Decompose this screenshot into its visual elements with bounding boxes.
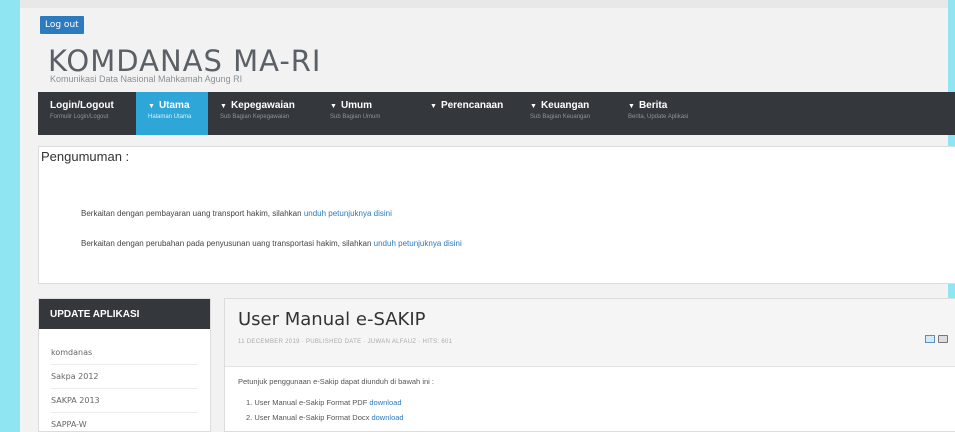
nav-item-label: ▼ Keuangan	[530, 100, 608, 111]
nav-item-desc: Sub Bagian Umum	[330, 114, 381, 120]
nav-item-label: ▼ Utama	[148, 100, 200, 111]
nav-item-text: Utama	[158, 100, 190, 111]
sidebar-item-sakpa-2013[interactable]: SAKPA 2013	[51, 389, 198, 413]
nav-item-kepegawaian[interactable]: ▼ Kepegawaian Sub Bagian Kepegawaian	[208, 92, 318, 135]
download-link[interactable]: download	[369, 398, 401, 407]
caret-down-icon: ▼	[628, 103, 635, 110]
nav-item-desc: Sub Bagian Keuangan	[530, 114, 591, 120]
nav-item-berita[interactable]: ▼ Berita Berita, Update Aplikasi	[616, 92, 716, 135]
article-title[interactable]: User Manual e-SAKIP	[238, 309, 426, 330]
print-icon[interactable]	[938, 335, 948, 343]
list-item-text: 1. User Manual e-Sakip Format PDF	[246, 398, 370, 407]
caret-down-icon: ▼	[530, 103, 537, 110]
caret-down-icon: ▼	[330, 103, 337, 110]
nav-item-label: ▼ Umum	[330, 100, 410, 111]
nav-item-text: Umum	[340, 100, 373, 111]
caret-down-icon: ▼	[148, 103, 155, 110]
announcement-item: Berkaitan dengan perubahan pada penyusun…	[81, 239, 462, 248]
announcement-text: Berkaitan dengan pembayaran uang transpo…	[81, 209, 304, 218]
download-link[interactable]: download	[371, 413, 403, 422]
nav-item-perencanaan[interactable]: ▼ Perencanaan	[418, 92, 518, 135]
article-body: Petunjuk penggunaan e-Sakip dapat diundu…	[225, 367, 955, 422]
email-icon[interactable]	[925, 335, 935, 343]
nav-item-text: Login/Logout	[50, 100, 114, 111]
article-header: User Manual e-SAKIP 11 DECEMBER 2019 · P…	[225, 299, 955, 367]
article-meta: 11 DECEMBER 2019 · PUBLISHED DATE · JUWA…	[238, 339, 453, 345]
announcement-link[interactable]: unduh petunjuknya disini	[374, 239, 462, 248]
article: User Manual e-SAKIP 11 DECEMBER 2019 · P…	[224, 298, 955, 432]
announcement-heading: Pengumuman :	[41, 149, 130, 164]
nav-item-login-logout[interactable]: Login/Logout Formulir Login/Logout	[38, 92, 136, 135]
nav-item-text: Keuangan	[540, 100, 590, 111]
sidebar-item-komdanas[interactable]: komdanas	[51, 341, 198, 365]
nav-item-desc: Berita, Update Aplikasi	[628, 114, 689, 120]
article-tools	[925, 335, 948, 343]
nav-item-umum[interactable]: ▼ Umum Sub Bagian Umum	[318, 92, 418, 135]
sidebar-list: komdanas Sakpa 2012 SAKPA 2013 SAPPA-W	[39, 329, 210, 432]
nav-item-desc: Halaman Utama	[148, 114, 192, 120]
announcement-link[interactable]: unduh petunjuknya disini	[304, 209, 392, 218]
nav-item-text: Berita	[638, 100, 668, 111]
site-title[interactable]: KOMDANAS MA-RI	[48, 44, 322, 78]
nav-item-label: Login/Logout	[50, 100, 128, 111]
caret-down-icon: ▼	[430, 103, 437, 110]
announcement-item: Berkaitan dengan pembayaran uang transpo…	[81, 209, 392, 218]
caret-down-icon: ▼	[220, 103, 227, 110]
top-strip	[20, 0, 948, 8]
sidebar-item-sakpa-2012[interactable]: Sakpa 2012	[51, 365, 198, 389]
announcement-box: Pengumuman : Berkaitan dengan pembayaran…	[38, 146, 955, 284]
site-subtitle: Komunikasi Data Nasional Mahkamah Agung …	[50, 74, 243, 84]
nav-item-text: Perencanaan	[440, 100, 504, 111]
nav-item-utama[interactable]: ▼ Utama Halaman Utama	[136, 92, 208, 135]
article-list: 1. User Manual e-Sakip Format PDF downlo…	[238, 398, 955, 422]
sidebar-item-sappa-w[interactable]: SAPPA-W	[51, 413, 198, 432]
nav-item-label: ▼ Perencanaan	[430, 100, 510, 111]
list-item: 2. User Manual e-Sakip Format Docx downl…	[246, 413, 955, 422]
nav-item-label: ▼ Kepegawaian	[220, 100, 310, 111]
list-item-text: 2. User Manual e-Sakip Format Docx	[246, 413, 372, 422]
article-intro: Petunjuk penggunaan e-Sakip dapat diundu…	[238, 377, 434, 386]
nav-item-text: Kepegawaian	[230, 100, 295, 111]
nav-item-keuangan[interactable]: ▼ Keuangan Sub Bagian Keuangan	[518, 92, 616, 135]
logout-button[interactable]: Log out	[40, 16, 84, 34]
page: Log out KOMDANAS MA-RI Komunikasi Data N…	[20, 0, 955, 432]
nav-item-label: ▼ Berita	[628, 100, 708, 111]
nav-item-desc: Sub Bagian Kepegawaian	[220, 114, 290, 120]
sidebar-title: UPDATE APLIKASI	[39, 299, 210, 329]
list-item: 1. User Manual e-Sakip Format PDF downlo…	[246, 398, 955, 407]
announcement-text: Berkaitan dengan perubahan pada penyusun…	[81, 239, 374, 248]
main-nav: Login/Logout Formulir Login/Logout ▼ Utama H…	[38, 92, 955, 135]
sidebar-update-aplikasi: UPDATE APLIKASI komdanas Sakpa 2012 SAKP…	[38, 298, 211, 432]
nav-item-desc: Formulir Login/Logout	[50, 114, 109, 120]
